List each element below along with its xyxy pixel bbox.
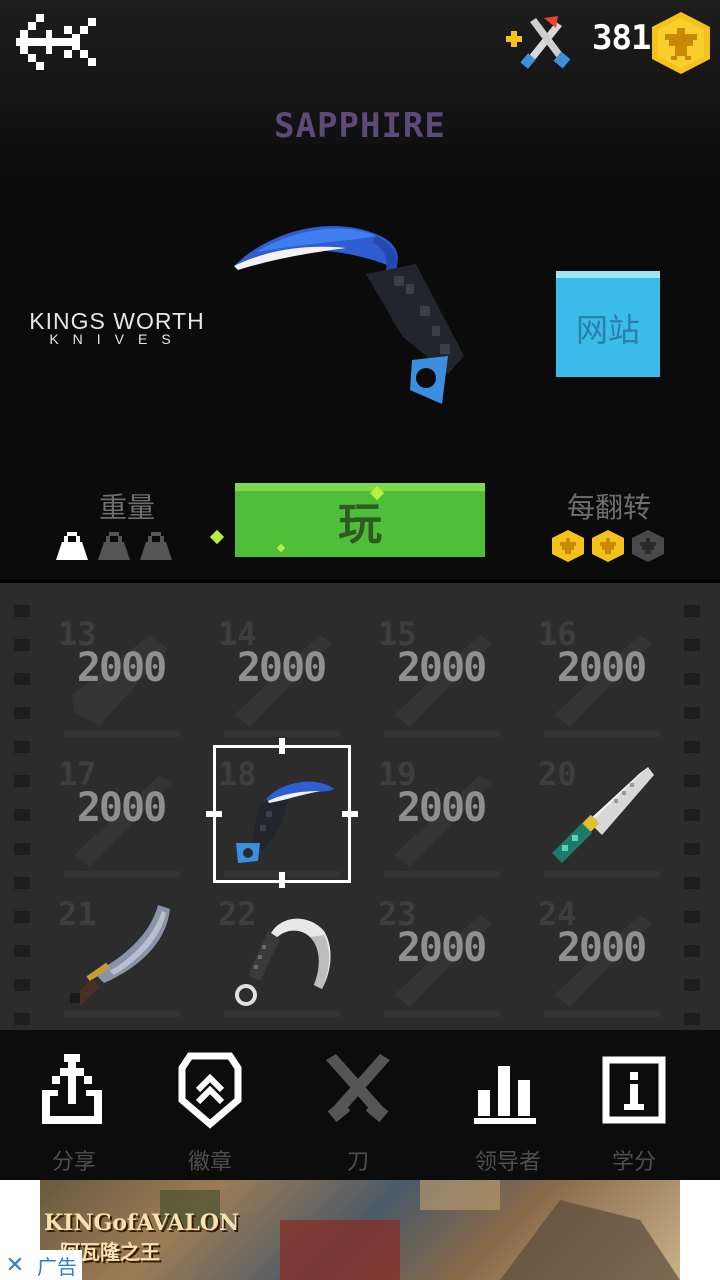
cell-shelf [544, 1011, 660, 1017]
ad-image[interactable]: KINGofAVALON 阿瓦隆之王 [40, 1180, 680, 1280]
coin-icon-empty [632, 530, 664, 562]
knife-cell-14[interactable]: 14 2000 [210, 615, 350, 749]
selection-tick [279, 738, 285, 754]
knife-price: 2000 [396, 645, 487, 691]
coin-icon [652, 12, 710, 74]
coin-icon-filled [592, 530, 624, 562]
cell-shelf [224, 731, 340, 737]
weight-label: 重量 [98, 491, 155, 524]
per-flip-rating [552, 530, 668, 562]
knife-cell-19[interactable]: 19 2000 [370, 755, 510, 889]
crossed-knives-icon [326, 1054, 390, 1123]
per-flip-label: 每翻转 [566, 491, 651, 524]
ad-banner[interactable]: KINGofAVALON 阿瓦隆之王 [0, 1180, 720, 1280]
nav-badges[interactable]: 徽章 [148, 1030, 272, 1180]
weight-icon-filled [56, 532, 88, 560]
cell-shelf [544, 871, 660, 877]
cell-shelf [64, 731, 180, 737]
ad-close-button[interactable]: ✕ [0, 1250, 30, 1280]
weight-icon-empty [140, 532, 172, 560]
knife-price: 2000 [396, 785, 487, 831]
knife-price: 2000 [396, 925, 487, 971]
knife-cell-20[interactable]: 20 [530, 755, 670, 889]
knife-cell-24[interactable]: 24 2000 [530, 895, 670, 1029]
play-button[interactable]: 玩 [235, 483, 485, 557]
knife-cell-15[interactable]: 15 2000 [370, 615, 510, 749]
knife-cell-13[interactable]: 13 2000 [50, 615, 190, 749]
selection-frame [213, 745, 351, 883]
coin-icon-filled [552, 530, 584, 562]
share-icon [42, 1054, 102, 1124]
nav-knives[interactable]: 刀 [296, 1030, 420, 1180]
knife-price: 2000 [556, 645, 647, 691]
brand-logo: KINGS WORTH KNIVES [22, 308, 212, 347]
info-icon [602, 1056, 666, 1124]
cell-shelf [384, 1011, 500, 1017]
cell-shelf [544, 731, 660, 737]
knife-cell-17[interactable]: 17 2000 [50, 755, 190, 889]
back-button[interactable] [16, 14, 98, 70]
ad-label: 广告 [32, 1250, 82, 1280]
knife-cell-22[interactable]: 22 [210, 895, 350, 1029]
knife-number: 20 [538, 755, 577, 793]
nav-share[interactable]: 分享 [12, 1030, 136, 1180]
cell-shelf [64, 1011, 180, 1017]
knife-cell-21[interactable]: 21 [50, 895, 190, 1029]
knife-price: 2000 [76, 785, 167, 831]
leaderboard-icon [474, 1066, 536, 1124]
selection-tick [279, 872, 285, 888]
add-knives-button[interactable] [500, 14, 572, 70]
cell-shelf [64, 871, 180, 877]
knife-price: 2000 [556, 925, 647, 971]
knife-cell-23[interactable]: 23 2000 [370, 895, 510, 1029]
knife-price: 2000 [76, 645, 167, 691]
bottom-nav: 分享 徽章 刀 领导者 学分 [0, 1030, 720, 1180]
ad-title: KINGofAVALON [44, 1210, 240, 1236]
nav-leaders-label: 领导者 [474, 1150, 541, 1175]
nav-knives-label: 刀 [346, 1150, 369, 1175]
nav-share-label: 分享 [51, 1150, 96, 1175]
nav-badges-label: 徽章 [187, 1150, 232, 1175]
weight-rating [56, 532, 172, 560]
weight-icon-empty [98, 532, 130, 560]
knife-cell-16[interactable]: 16 2000 [530, 615, 670, 749]
white-karambit-thumbnail [235, 918, 331, 1006]
brand-subtitle: KNIVES [49, 331, 185, 347]
nav-credits[interactable]: 学分 [572, 1030, 696, 1180]
coin-count: 381 [592, 18, 651, 58]
cell-shelf [384, 871, 500, 877]
grid-rail-left [14, 583, 30, 1030]
selection-tick [206, 811, 222, 817]
sapphire-karambit-image [234, 225, 464, 404]
badge-shield-icon [178, 1052, 242, 1129]
nav-credits-label: 学分 [611, 1150, 656, 1175]
selection-tick [342, 811, 358, 817]
knife-name: SAPPHIRE [274, 106, 446, 146]
cell-shelf [224, 1011, 340, 1017]
back-arrow-icon [16, 14, 96, 70]
nav-leaders[interactable]: 领导者 [446, 1030, 570, 1180]
grid-rail-right [684, 583, 700, 1030]
scimitar-thumbnail [70, 905, 170, 1005]
cell-shelf [384, 731, 500, 737]
crossed-knives-icon [506, 16, 571, 69]
website-button[interactable]: 网站 [556, 271, 660, 377]
knife-price: 2000 [236, 645, 327, 691]
